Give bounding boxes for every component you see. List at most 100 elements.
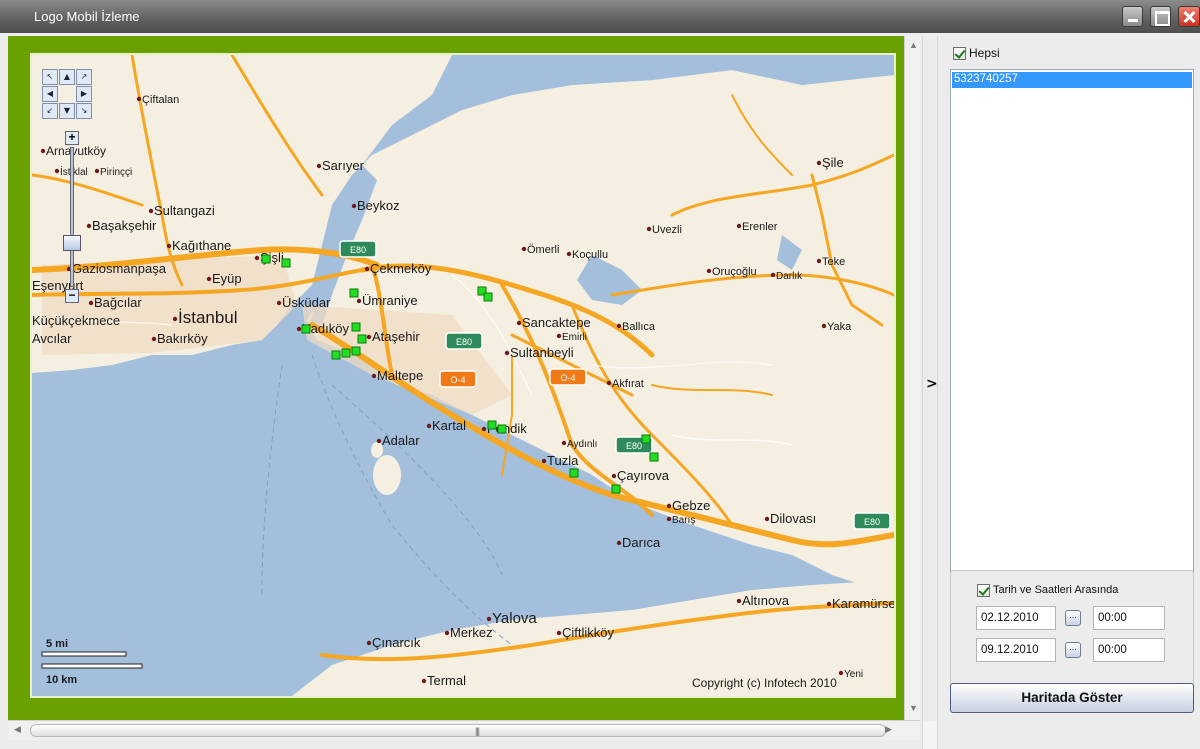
pan-arrow-button[interactable]: ↙ [42, 103, 58, 119]
place-dot [151, 336, 157, 342]
pan-arrow-button[interactable]: ↘ [76, 103, 92, 119]
collapse-panel-button[interactable]: > [926, 376, 938, 392]
vehicle-marker[interactable] [487, 420, 497, 430]
scrollbar-grip: ||| [475, 726, 480, 736]
place-label: Uvezli [652, 224, 682, 236]
vehicle-marker[interactable] [497, 424, 507, 434]
scroll-up-icon[interactable]: ▲ [909, 40, 918, 50]
place-label: Avcılar [32, 331, 72, 346]
end-time-field[interactable]: 00:00 [1093, 638, 1165, 662]
place-label: Pirinççi [100, 167, 132, 178]
title-bar[interactable]: Logo Mobil İzleme [0, 0, 1200, 33]
show-on-map-button[interactable]: Haritada Göster [950, 683, 1194, 713]
scrollbar-thumb[interactable]: ||| [30, 724, 886, 737]
vehicle-marker[interactable] [641, 434, 651, 444]
place-label: Bağcılar [94, 295, 142, 310]
svg-text:E80: E80 [864, 517, 880, 527]
vehicle-marker[interactable] [357, 334, 367, 344]
pan-arrow-button[interactable]: ▶ [76, 86, 92, 102]
date-filter-checkbox[interactable] [977, 584, 990, 597]
place-label: Bakırköy [157, 331, 208, 346]
place-dot [826, 601, 832, 607]
scroll-right-icon[interactable]: ▶ [885, 724, 892, 735]
pan-arrow-button[interactable]: ◀ [42, 86, 58, 102]
road-shield: E80 [445, 332, 483, 350]
pan-arrow-button[interactable]: ▲ [59, 69, 75, 85]
end-date-field[interactable]: 09.12.2010 [976, 638, 1056, 662]
vehicle-marker[interactable] [351, 346, 361, 356]
vehicle-marker[interactable] [349, 288, 359, 298]
maximize-button[interactable] [1150, 6, 1171, 27]
pan-arrow-button[interactable]: ▼ [59, 103, 75, 119]
place-dot [736, 598, 742, 604]
device-list[interactable]: 5323740257 [950, 69, 1194, 601]
place-label: Yalova [492, 610, 537, 627]
start-date-picker-button[interactable]: ... [1065, 610, 1081, 626]
place-label: Ümraniye [362, 293, 418, 308]
end-date-picker-button[interactable]: ... [1065, 642, 1081, 658]
place-dot [276, 300, 282, 306]
place-dot [356, 298, 362, 304]
vehicle-marker[interactable] [261, 254, 271, 264]
vehicle-marker[interactable] [281, 258, 291, 268]
zoom-slider-track[interactable] [70, 147, 74, 287]
place-label: Merkez [450, 625, 493, 640]
scale-km-bar [41, 663, 143, 669]
place-label: Çekmeköy [370, 261, 432, 276]
map-vertical-scrollbar[interactable]: ▲ ▼ [904, 36, 920, 721]
place-label: Çınarcık [372, 635, 421, 650]
pan-arrow-button[interactable]: ↖ [42, 69, 58, 85]
place-label: Sultanbeyli [510, 345, 574, 360]
scroll-down-icon[interactable]: ▼ [909, 703, 918, 713]
vehicle-marker[interactable] [611, 484, 621, 494]
place-label: Sancaktepe [522, 315, 591, 330]
place-label: Altınova [742, 593, 790, 608]
map-horizontal-scrollbar[interactable]: ◀ ||| ▶ [8, 720, 920, 740]
splitter-lower [923, 721, 937, 749]
vehicle-marker[interactable] [569, 468, 579, 478]
zoom-out-button[interactable]: − [65, 289, 79, 303]
place-dot [616, 540, 622, 546]
window-title: Logo Mobil İzleme [34, 9, 140, 24]
place-dot [166, 243, 172, 249]
start-time-field[interactable]: 00:00 [1093, 606, 1165, 630]
panel-splitter[interactable]: > [922, 36, 938, 749]
close-button[interactable] [1178, 6, 1200, 27]
road-shield: O-4 [439, 370, 477, 388]
minimize-button[interactable] [1122, 6, 1143, 27]
place-dot [426, 423, 432, 429]
road-shield: E80 [853, 512, 891, 530]
place-label: Akfırat [612, 378, 644, 390]
place-label: Ataşehir [372, 329, 420, 344]
vehicle-marker[interactable] [483, 292, 493, 302]
place-label: Darıca [622, 535, 661, 550]
sidebar: Hepsi 5323740257 Tarih ve Saatleri Arası… [940, 36, 1200, 749]
vehicle-marker[interactable] [341, 348, 351, 358]
place-dot [556, 630, 562, 636]
place-dot [364, 266, 370, 272]
select-all-checkbox[interactable] [953, 47, 966, 60]
map-canvas[interactable]: ArnavutköyÇiftalanİstiklalPirinççiSarıye… [32, 55, 894, 696]
device-list-item[interactable]: 5323740257 [952, 72, 1192, 88]
vehicle-marker[interactable] [301, 324, 311, 334]
place-dot [376, 438, 382, 444]
zoom-in-button[interactable]: + [65, 131, 79, 145]
place-dot [54, 168, 60, 174]
vehicle-marker[interactable] [649, 452, 659, 462]
place-dot [486, 616, 492, 622]
start-date-field[interactable]: 02.12.2010 [976, 606, 1056, 630]
place-label: Ömerli [527, 244, 559, 256]
date-filter-group: Tarih ve Saatleri Arasında 02.12.2010 ..… [950, 570, 1194, 700]
map-view[interactable]: ArnavutköyÇiftalanİstiklalPirinççiSarıye… [30, 53, 896, 698]
place-dot [611, 473, 617, 479]
zoom-slider-handle[interactable] [63, 235, 81, 251]
vehicle-marker[interactable] [331, 350, 341, 360]
place-dot [606, 380, 612, 386]
scroll-left-icon[interactable]: ◀ [14, 724, 21, 735]
vehicle-marker[interactable] [351, 322, 361, 332]
place-dot [86, 223, 92, 229]
svg-text:O-4: O-4 [560, 373, 575, 383]
svg-text:E80: E80 [456, 337, 472, 347]
pan-arrow-button[interactable]: ↗ [76, 69, 92, 85]
place-dot [421, 678, 427, 684]
